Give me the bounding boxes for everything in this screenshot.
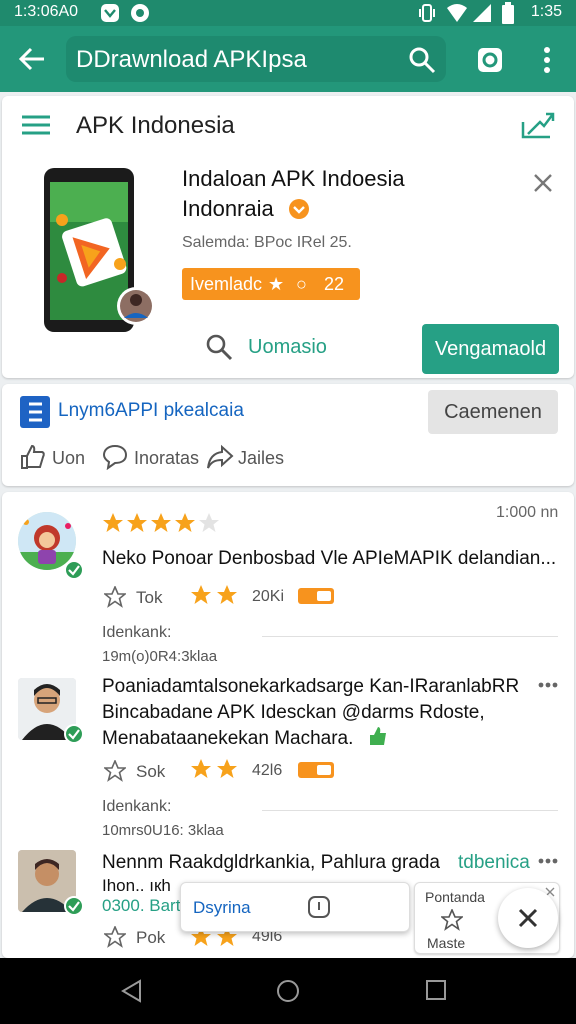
verified-check-icon [64, 560, 84, 580]
verified-check-icon [64, 724, 84, 744]
review-meta-label: Idenkank: [102, 624, 172, 641]
verified-check-icon [64, 896, 84, 916]
like-icon[interactable] [20, 444, 46, 470]
signal-icon [472, 3, 492, 23]
home-nav-icon[interactable] [276, 979, 300, 1003]
app-name-line1: Indaloan APK Indoesia [182, 166, 405, 191]
floating-action-button[interactable] [498, 888, 558, 948]
install-button[interactable]: Vengamaold [422, 324, 559, 374]
search-icon[interactable] [408, 46, 436, 74]
magnifier-icon [204, 332, 234, 362]
badge-star-icon: ★ [268, 274, 285, 294]
badge-circle-icon: ○ [296, 274, 307, 294]
review-action-label[interactable]: Sok [136, 762, 165, 782]
star-rating [102, 512, 226, 534]
battery-icon [502, 2, 514, 24]
review-text-line3: Menabataanekekan Machara. [102, 728, 354, 749]
thumbs-up-icon [368, 726, 388, 746]
developer-badge-icon [288, 198, 310, 220]
search-link[interactable]: Uomasio [248, 336, 327, 359]
camera-icon[interactable] [476, 46, 504, 74]
review-text: Neko Ponoar Denbosbad Vle APIeMAPIK dela… [102, 548, 557, 569]
review-action-label[interactable]: Tok [136, 588, 162, 608]
app-bar: DDrawnload APKIpsa [0, 26, 576, 92]
app-screenshot-phone [42, 168, 162, 338]
floating-popup[interactable]: Dsyrina [180, 882, 410, 932]
share-label[interactable]: Jailes [238, 448, 284, 469]
comment-bubble-icon[interactable] [102, 444, 128, 470]
popup-label: Dsyrina [193, 898, 251, 917]
comment-label[interactable]: Inoratas [134, 448, 199, 469]
notification-icon [100, 3, 120, 23]
close-icon[interactable] [532, 172, 554, 194]
mini-card-title: Pontanda [425, 889, 485, 905]
share-card: Lnym6APPI pkealcaia Caemenen Uon Inorata… [2, 384, 574, 486]
share-icon[interactable] [520, 110, 556, 140]
document-icon [20, 396, 50, 428]
search-bar[interactable]: DDrawnload APKIpsa [66, 36, 446, 82]
review-count: 20Ki [252, 588, 285, 605]
review-star-outline-icon[interactable] [104, 586, 126, 608]
back-arrow-icon[interactable] [18, 46, 46, 72]
review-time: 1:000 nn [496, 504, 559, 521]
review-toggle[interactable] [298, 762, 334, 778]
badge-count: 22 [324, 274, 345, 294]
review-toggle[interactable] [298, 588, 334, 604]
review-star-outline-icon[interactable] [104, 926, 126, 948]
system-nav-bar [0, 958, 576, 1024]
page-title: APK Indonesia [76, 112, 235, 139]
vibrate-icon [418, 3, 436, 23]
status-bar: 1:3:06A0 1:35 [0, 0, 576, 26]
recents-nav-icon[interactable] [426, 980, 446, 1000]
rating-badge: Ivemladc ★ ○ 22 [182, 268, 360, 300]
mini-card-label: Maste [427, 935, 466, 951]
status-time-right: 1:35 [530, 3, 562, 20]
review-text-link[interactable]: tdbenica [458, 852, 530, 874]
review-text-link-2[interactable]: 0300. Bartl [102, 896, 184, 916]
review-text-line2: Ihon.. ıкh [102, 876, 171, 895]
fab-close-icon [516, 906, 540, 930]
mini-star-icon [441, 909, 463, 931]
share-card-title[interactable]: Lnym6APPI pkealcaia [58, 400, 244, 422]
overflow-menu-icon[interactable] [542, 46, 552, 74]
status-time-left: 1:3:06A0 [14, 3, 79, 20]
app-subtitle: Salemda: BPoc IRel 25. [182, 234, 352, 251]
like-label[interactable]: Uon [52, 448, 85, 469]
divider [262, 636, 558, 637]
review-mini-stars [190, 584, 240, 606]
review-meta-value: 10mrs0U16: 3klaa [102, 822, 224, 839]
share-arrow-icon[interactable] [206, 444, 234, 470]
divider [262, 810, 558, 811]
review-text-line2: Bincabadane APK Idesckan @darms Rdoste, [102, 702, 485, 723]
review-mini-stars [190, 758, 240, 780]
wifi-icon [446, 3, 468, 23]
more-horiz-icon[interactable] [538, 682, 558, 688]
app-card: APK Indonesia Indaloan APK Indoesia Indo… [2, 96, 574, 378]
review-text-line1: Nennm Raakdgldrkankia, Pahlura grada [102, 852, 440, 873]
back-nav-icon[interactable] [120, 979, 142, 1003]
review-meta-label: Idenkank: [102, 798, 172, 815]
comment-button[interactable]: Caemenen [428, 390, 558, 434]
review-text-line1: Poaniadamtalsonekarkadsarge Kan-IRaranla… [102, 676, 520, 697]
search-input-text: DDrawnload APKIpsa [76, 46, 307, 73]
review-action-label[interactable]: Pok [136, 928, 165, 948]
review-star-outline-icon[interactable] [104, 760, 126, 782]
more-horiz-icon[interactable] [538, 858, 558, 864]
hamburger-menu-icon[interactable] [22, 114, 50, 136]
review-meta-value: 19m(o)0R4:3klaa [102, 648, 218, 665]
notification-icon-2 [130, 3, 150, 23]
popup-camera-icon[interactable] [307, 895, 331, 919]
app-name-line2: Indonraia [182, 196, 274, 221]
review-count: 42l6 [252, 762, 283, 779]
rating-badge-label: Ivemladc [190, 274, 263, 294]
